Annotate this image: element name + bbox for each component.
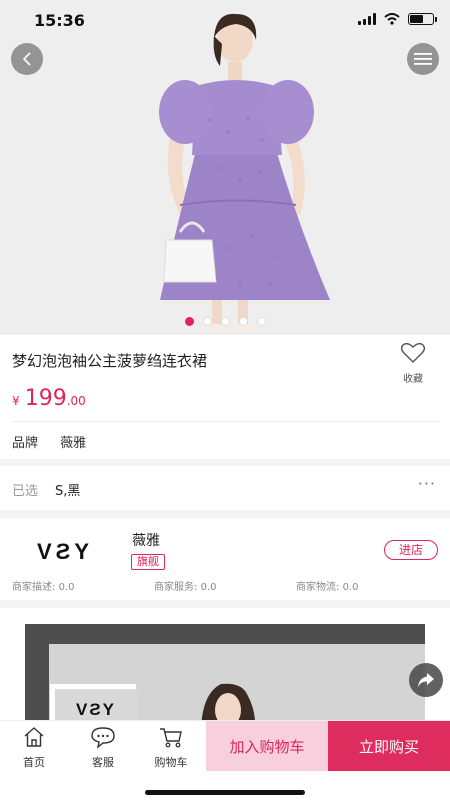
divider [12, 421, 438, 422]
home-indicator [145, 790, 305, 795]
share-button[interactable] [409, 663, 443, 697]
carousel-dot[interactable] [238, 317, 248, 326]
add-to-cart-button[interactable]: 加入购物车 [206, 721, 328, 771]
wifi-icon [384, 13, 400, 25]
back-button[interactable] [11, 43, 43, 75]
tab-service-label: 客服 [92, 756, 114, 769]
status-icons [358, 13, 437, 25]
product-image-carousel[interactable]: 15:36 [0, 0, 450, 335]
brand-value: 薇雅 [60, 436, 87, 451]
carousel-dot[interactable] [184, 317, 194, 326]
chat-icon [91, 727, 115, 749]
favorite-label: 收藏 [403, 374, 423, 385]
status-time: 15:36 [34, 11, 85, 30]
brand-label: 品牌 [12, 436, 39, 451]
status-bar: 15:36 [0, 0, 450, 44]
product-title: 梦幻泡泡袖公主菠萝绉连衣裙 [12, 352, 208, 370]
detail-logo: VƧY [76, 700, 116, 719]
more-icon[interactable]: ··· [418, 474, 436, 493]
rating-service: 商家服务: 0.0 [154, 582, 217, 593]
selected-spec-row[interactable]: 已选 S,黑 ··· [0, 466, 450, 510]
chevron-left-icon [22, 52, 31, 66]
carousel-dots [0, 317, 450, 326]
carousel-dot[interactable] [202, 317, 212, 326]
selected-value: S,黑 [55, 484, 81, 499]
price-decimal: .00 [66, 394, 86, 408]
product-info: 梦幻泡泡袖公主菠萝绉连衣裙 收藏 ¥ 199.00 品牌 薇雅 [0, 335, 450, 459]
bottom-action-bar: 首页 客服 购物车 加入购物车 立即购买 [0, 720, 450, 800]
price-symbol: ¥ [12, 394, 20, 408]
store-logo-text: VƧY [37, 539, 93, 564]
tab-service[interactable]: 客服 [73, 725, 133, 770]
price-integer: 199 [24, 386, 67, 411]
tab-home-label: 首页 [23, 756, 45, 769]
tab-cart[interactable]: 购物车 [141, 725, 201, 770]
rating-logistics: 商家物流: 0.0 [296, 582, 359, 593]
cart-icon [160, 728, 182, 748]
product-detail-page: 15:36 梦幻泡泡袖公主菠萝绉连衣裙 收藏 ¥ 199.00 品牌 薇雅 已选… [0, 0, 450, 800]
detail-section: VƧY [0, 608, 450, 734]
store-badge: 旗舰 [131, 554, 165, 570]
store-name: 薇雅 [132, 533, 160, 549]
rating-description: 商家描述: 0.0 [12, 582, 75, 593]
price: ¥ 199.00 [12, 386, 86, 411]
tab-home[interactable]: 首页 [4, 725, 64, 770]
store-card: VƧY 薇雅 旗舰 进店 商家描述: 0.0 商家服务: 0.0 商家物流: 0… [0, 518, 450, 600]
brand-row: 品牌 薇雅 [12, 432, 86, 451]
store-logo: VƧY [37, 539, 93, 564]
heart-icon [400, 342, 426, 363]
selected-label: 已选 [12, 484, 39, 499]
buy-now-button[interactable]: 立即购买 [328, 721, 450, 771]
battery-icon [408, 13, 437, 25]
product-photo [0, 0, 450, 335]
carousel-dot[interactable] [256, 317, 266, 326]
share-icon [418, 673, 434, 687]
enter-store-button[interactable]: 进店 [384, 540, 438, 560]
detail-image: VƧY [25, 624, 425, 734]
detail-logo-text: VƧY [76, 700, 116, 719]
menu-icon [414, 53, 432, 65]
menu-button[interactable] [407, 43, 439, 75]
carousel-dot[interactable] [220, 317, 230, 326]
signal-icon [358, 13, 376, 25]
tab-cart-label: 购物车 [154, 756, 188, 769]
home-icon [24, 727, 44, 747]
favorite-button[interactable]: 收藏 [398, 342, 428, 385]
